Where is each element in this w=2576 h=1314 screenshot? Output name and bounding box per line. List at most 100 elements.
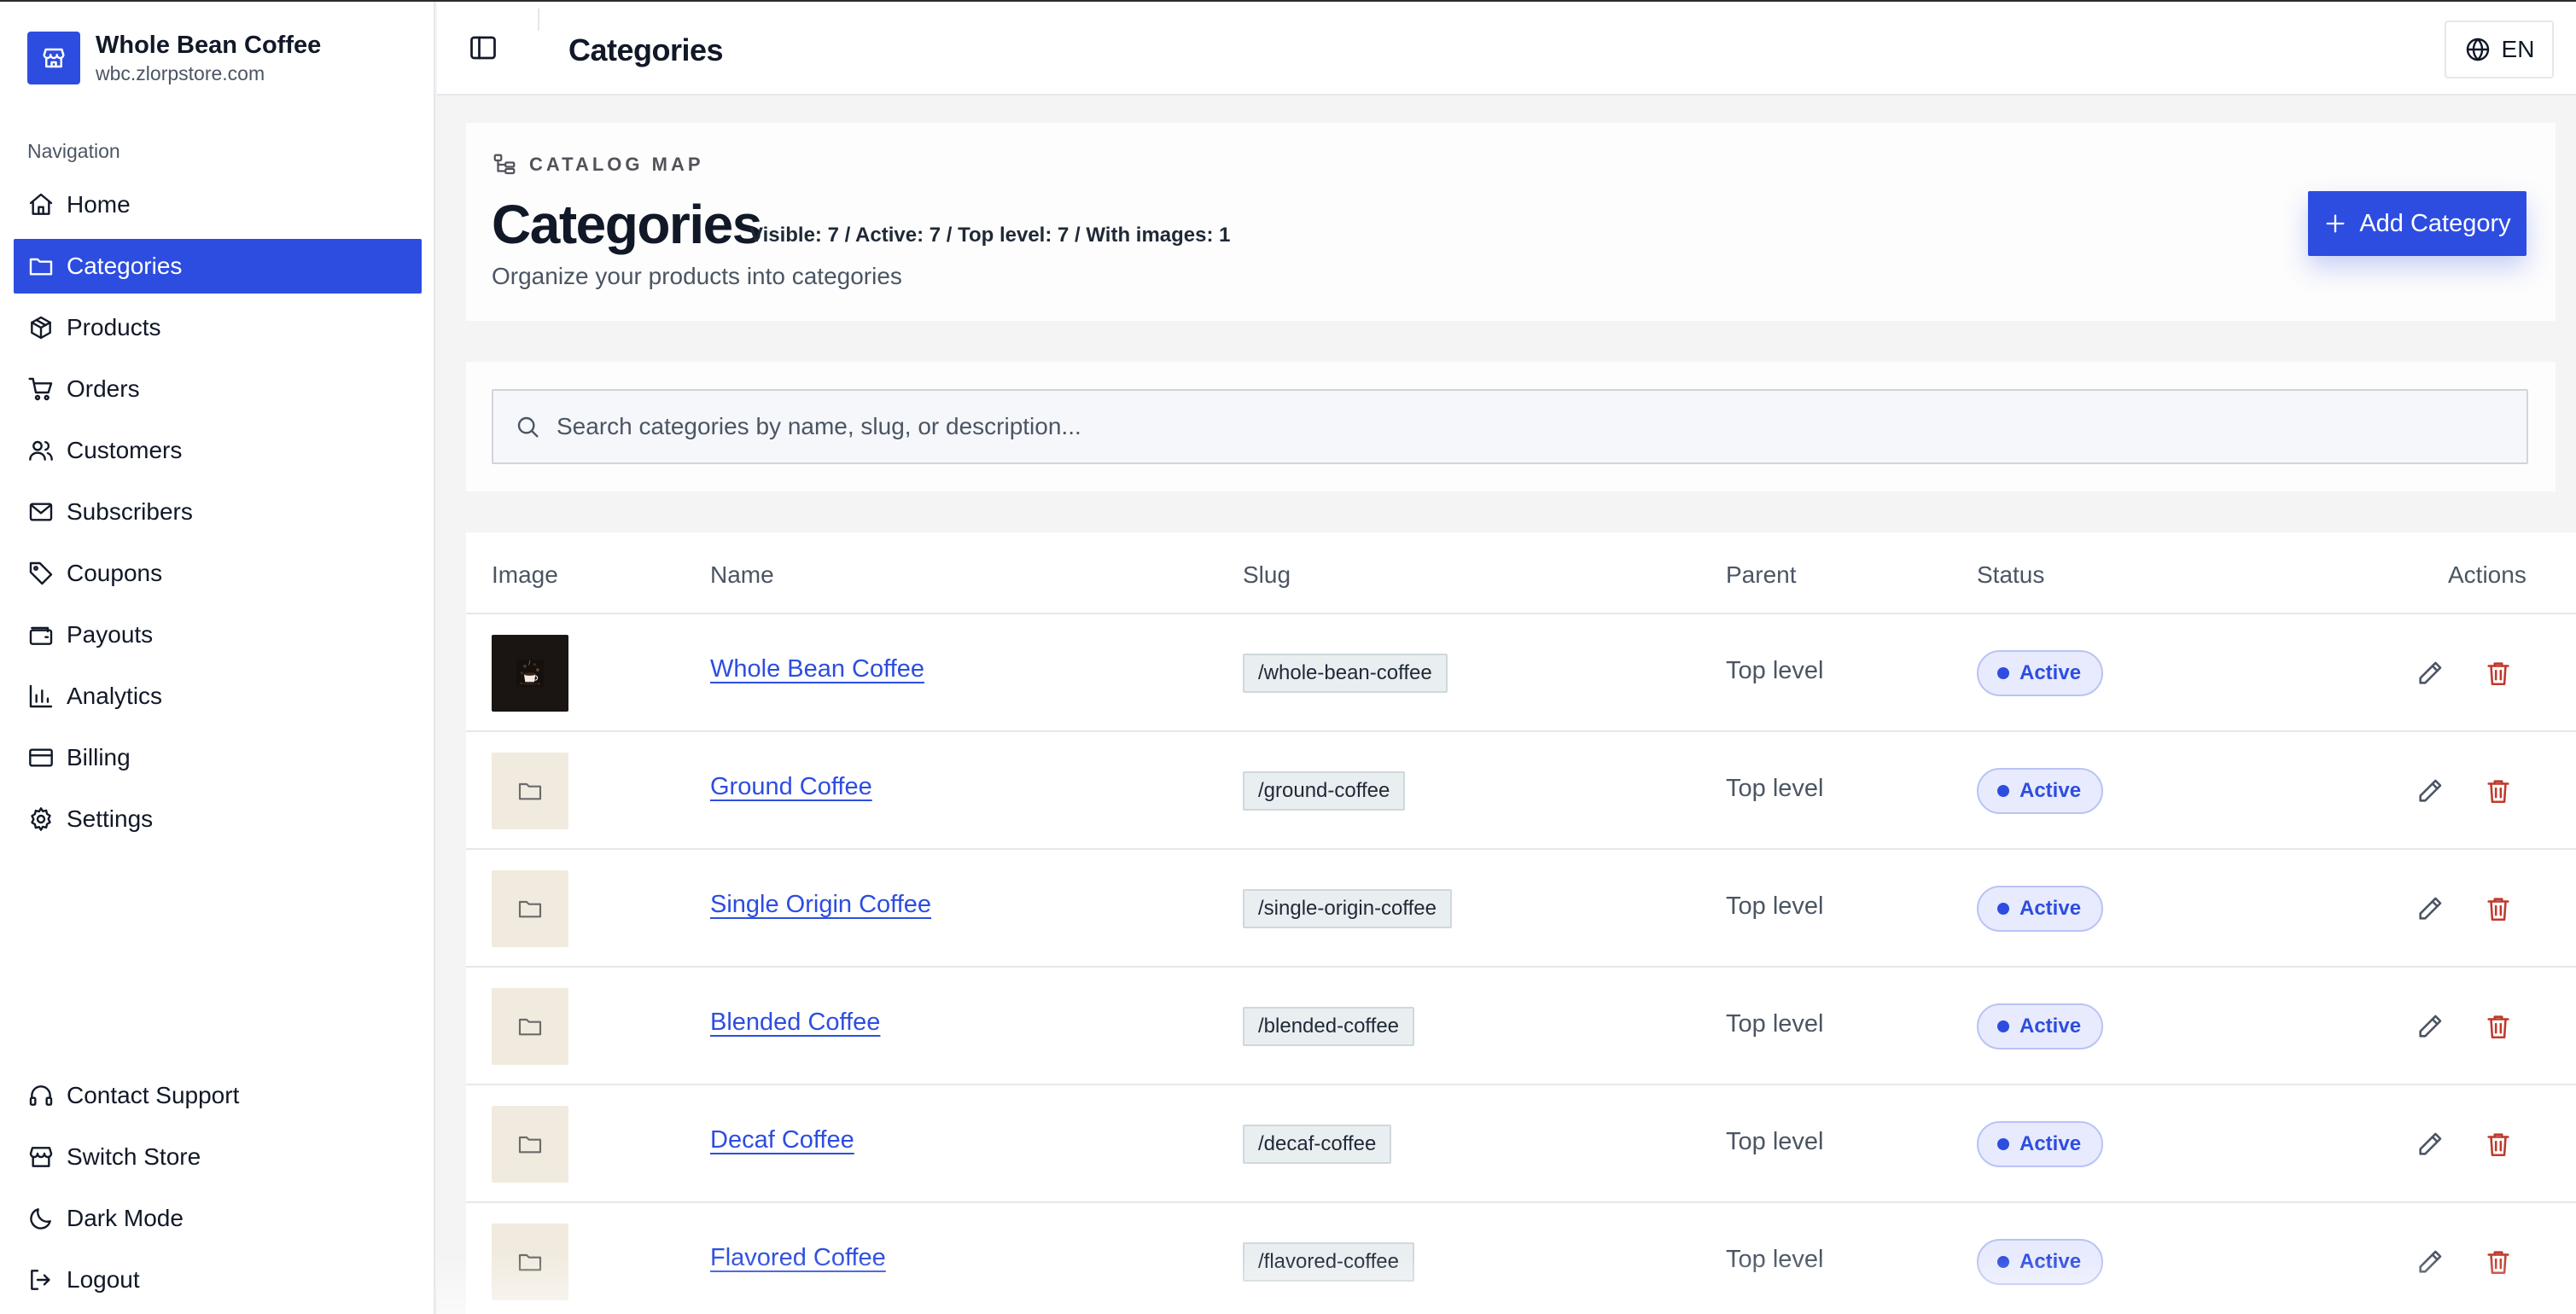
delete-icon[interactable] (2484, 1012, 2513, 1041)
category-slug: /flavored-coffee (1243, 1242, 1414, 1282)
status-badge: Active (1977, 1239, 2103, 1285)
edit-icon[interactable] (2416, 1247, 2445, 1276)
table-row: Ground Coffee /ground-coffee Top level A… (466, 732, 2576, 850)
search-box[interactable] (492, 389, 2528, 464)
edit-icon[interactable] (2416, 1130, 2445, 1159)
category-parent: Top level (1726, 775, 1824, 802)
category-name-link[interactable]: Blended Coffee (710, 1009, 880, 1037)
delete-icon[interactable] (2484, 776, 2513, 805)
edit-icon[interactable] (2416, 776, 2445, 805)
nav-caption: Navigation (27, 140, 120, 162)
sidebar-item-subscribers[interactable]: Subscribers (14, 485, 422, 539)
category-slug: /blended-coffee (1243, 1007, 1415, 1046)
category-image-placeholder (492, 1106, 568, 1183)
sidebar-item-label: Payouts (67, 621, 154, 648)
category-slug: /decaf-coffee (1243, 1125, 1392, 1164)
column-parent[interactable]: Parent (1726, 561, 1797, 589)
sidebar-item-orders[interactable]: Orders (14, 362, 422, 416)
sidebar-item-home[interactable]: Home (14, 177, 422, 232)
sidebar-item-label: Customers (67, 437, 183, 463)
add-category-button[interactable]: Add Category (2308, 191, 2526, 256)
sidebar-item-billing[interactable]: Billing (14, 730, 422, 785)
secondary-nav: Contact Support Switch Store Dark Mode L… (14, 1068, 422, 1314)
dark-mode-toggle[interactable]: Dark Mode (14, 1191, 422, 1246)
edit-icon[interactable] (2416, 894, 2445, 923)
sidebar-item-customers[interactable]: Customers (14, 423, 422, 478)
search-input[interactable] (557, 413, 2526, 440)
sidebar-toggle-button[interactable] (468, 32, 498, 63)
table-row: Flavored Coffee /flavored-coffee Top lev… (466, 1203, 2576, 1314)
category-slug: /ground-coffee (1243, 771, 1406, 811)
sidebar-item-analytics[interactable]: Analytics (14, 669, 422, 724)
category-name-link[interactable]: Decaf Coffee (710, 1126, 854, 1154)
sidebar-item-products[interactable]: Products (14, 300, 422, 355)
category-name-link[interactable]: Ground Coffee (710, 773, 872, 801)
contact-support-link[interactable]: Contact Support (14, 1068, 422, 1123)
tree-icon (493, 154, 516, 175)
table-row: Decaf Coffee /decaf-coffee Top level Act… (466, 1085, 2576, 1203)
eyebrow: CATALOG MAP (492, 152, 704, 177)
status-dot (1997, 1020, 2009, 1032)
coffee-cup-image (516, 660, 544, 687)
status-dot (1997, 1138, 2009, 1150)
logout-button[interactable]: Logout (14, 1253, 422, 1307)
folder-icon (518, 1018, 542, 1036)
sidebar-item-coupons[interactable]: Coupons (14, 546, 422, 601)
store-domain: wbc.zlorpstore.com (96, 62, 265, 84)
edit-icon[interactable] (2416, 659, 2445, 688)
store-icon (27, 32, 80, 84)
status-label: Active (2019, 1015, 2082, 1038)
delete-icon[interactable] (2484, 894, 2513, 923)
package-icon (31, 316, 51, 340)
column-slug[interactable]: Slug (1243, 561, 1291, 589)
edit-icon[interactable] (2416, 1012, 2445, 1041)
search-section (466, 362, 2556, 491)
table-header: Image Name Slug Parent Status Actions (466, 532, 2576, 614)
column-name[interactable]: Name (710, 561, 774, 589)
category-image-placeholder (492, 988, 568, 1065)
table-row: Single Origin Coffee /single-origin-coff… (466, 850, 2576, 968)
eyebrow-label: CATALOG MAP (529, 154, 704, 175)
category-parent: Top level (1726, 1128, 1824, 1155)
tag-icon (29, 561, 53, 585)
page-header: CATALOG MAP Categories Visible: 7 / Acti… (466, 123, 2556, 321)
mail-icon (29, 503, 53, 521)
store-header[interactable]: Whole Bean Coffee wbc.zlorpstore.com (27, 31, 321, 85)
page-subtitle: Organize your products into categories (492, 263, 902, 289)
status-label: Active (2019, 897, 2082, 920)
store-name: Whole Bean Coffee (96, 32, 322, 59)
delete-icon[interactable] (2484, 1130, 2513, 1159)
category-slug: /single-origin-coffee (1243, 889, 1453, 928)
sidebar-item-label: Dark Mode (67, 1205, 184, 1231)
sidebar-item-settings[interactable]: Settings (14, 792, 422, 846)
language-label: EN (2501, 36, 2535, 62)
sidebar-item-categories[interactable]: Categories (14, 239, 422, 294)
bar-chart-icon (29, 684, 53, 708)
category-stats: Visible: 7 / Active: 7 / Top level: 7 / … (749, 224, 1231, 247)
gear-icon (31, 807, 51, 831)
category-name-link[interactable]: Whole Bean Coffee (710, 655, 924, 683)
category-name-link[interactable]: Flavored Coffee (710, 1244, 886, 1272)
topbar-divider (538, 9, 539, 31)
sidebar-item-label: Settings (67, 805, 154, 832)
topbar-title: Categories (568, 32, 724, 67)
switch-store-link[interactable]: Switch Store (14, 1130, 422, 1184)
status-dot (1997, 785, 2009, 797)
folder-icon (518, 900, 542, 918)
category-parent: Top level (1726, 657, 1824, 684)
delete-icon[interactable] (2484, 659, 2513, 688)
category-parent: Top level (1726, 892, 1824, 920)
language-button[interactable]: EN (2445, 20, 2554, 78)
column-actions: Actions (2448, 561, 2526, 588)
category-image-placeholder (492, 753, 568, 829)
delete-icon[interactable] (2484, 1247, 2513, 1276)
category-slug: /whole-bean-coffee (1243, 654, 1448, 693)
category-name-link[interactable]: Single Origin Coffee (710, 891, 931, 919)
sidebar-item-payouts[interactable]: Payouts (14, 608, 422, 662)
wallet-icon (29, 626, 53, 645)
category-image (492, 635, 568, 712)
column-status[interactable]: Status (1977, 561, 2044, 589)
column-image: Image (492, 561, 558, 588)
table-row: Whole Bean Coffee /whole-bean-coffee Top… (466, 614, 2576, 732)
sidebar-item-label: Products (67, 314, 161, 340)
